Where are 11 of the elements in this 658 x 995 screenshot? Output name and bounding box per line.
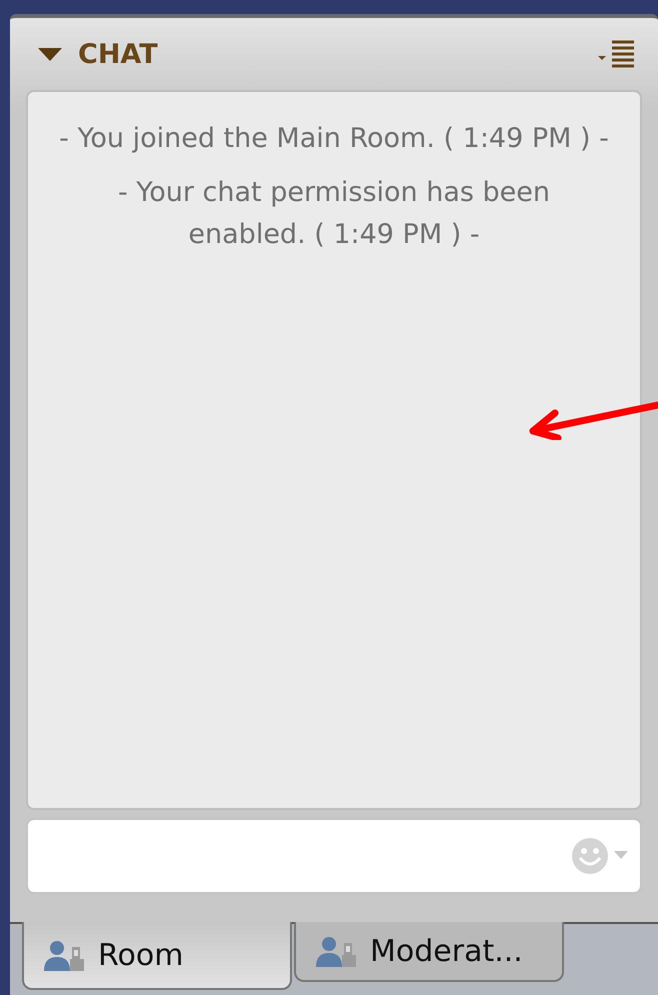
- panel-title: CHAT: [78, 38, 159, 70]
- collapse-icon[interactable]: [38, 48, 62, 60]
- chat-message: - Your chat permission has been enabled. ( 1:49 PM ) -: [116, 176, 552, 252]
- chat-message: - You joined the Main Room. ( 1:49 PM ) -: [58, 122, 610, 156]
- tab[interactable]: Room: [22, 922, 292, 990]
- people-icon: [314, 935, 356, 967]
- smiley-icon[interactable]: [570, 836, 610, 876]
- chat-input-field[interactable]: [26, 818, 642, 894]
- tab[interactable]: Moderat...: [294, 922, 564, 982]
- dropdown-caret-icon[interactable]: [614, 851, 628, 861]
- people-icon: [42, 939, 84, 971]
